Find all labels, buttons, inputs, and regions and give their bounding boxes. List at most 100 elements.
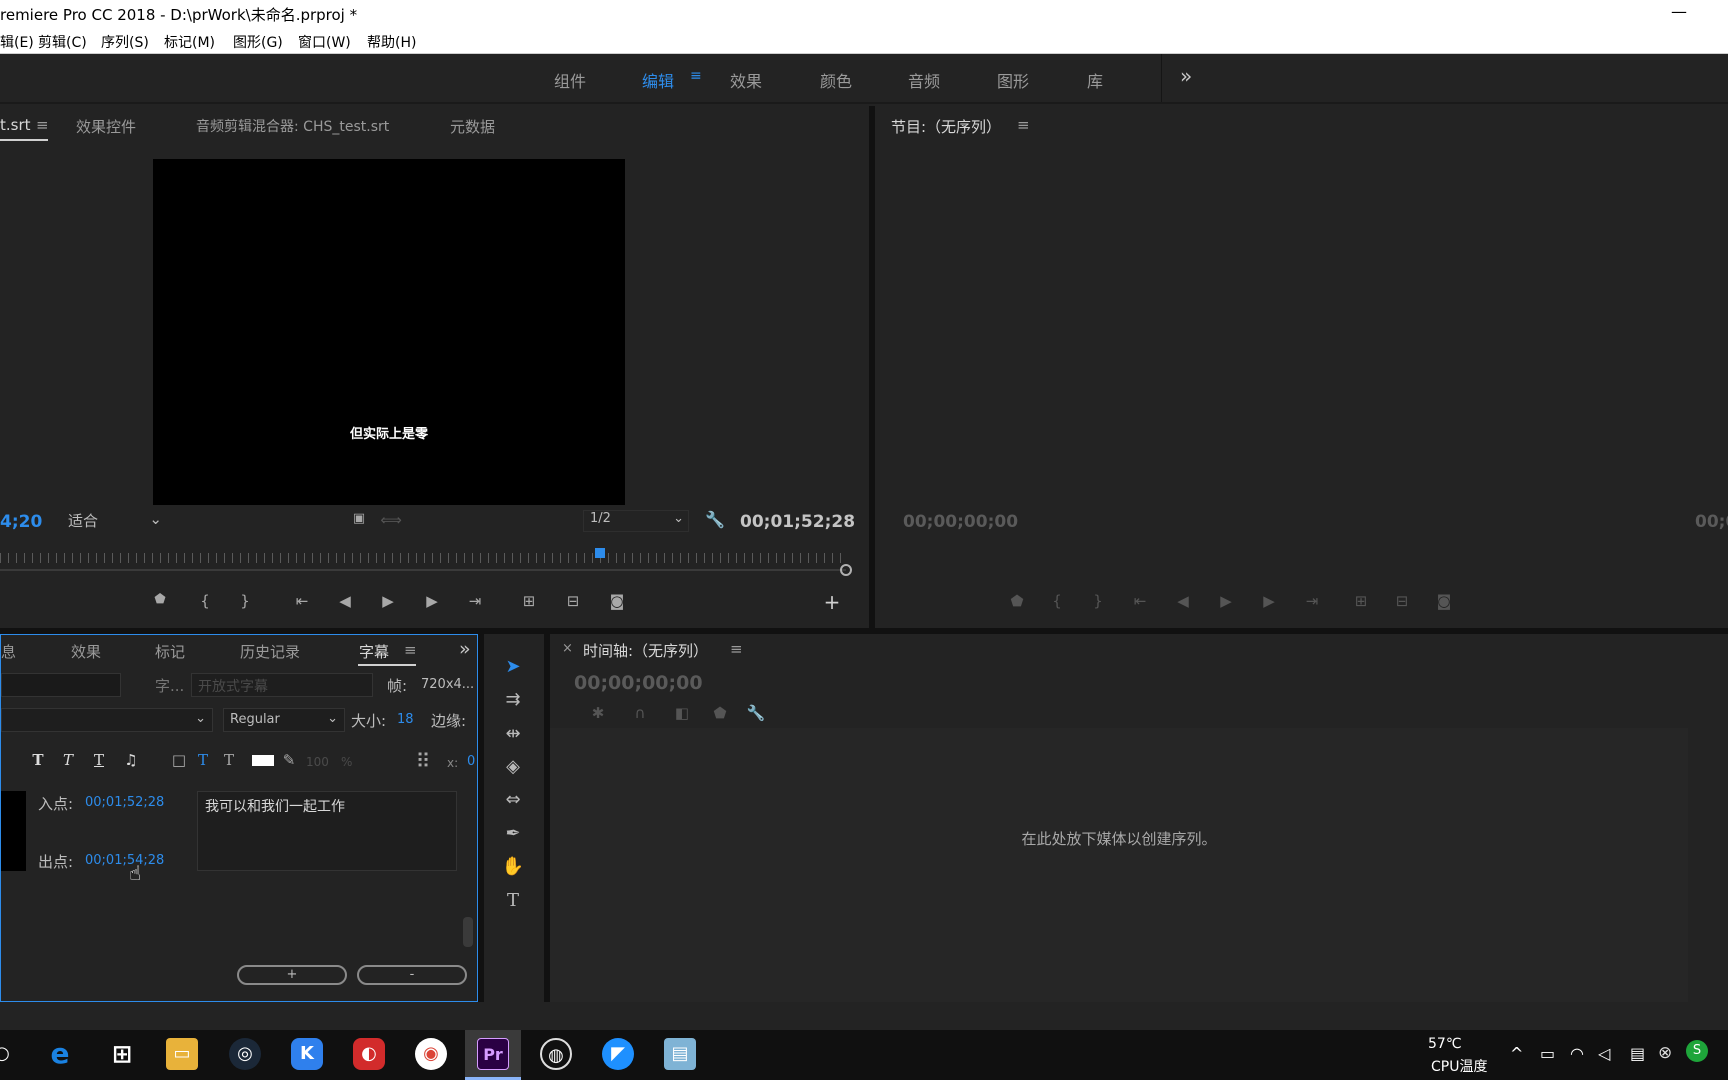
go-to-in-icon[interactable]: ⇤: [290, 592, 314, 610]
extract-icon[interactable]: ⊟: [1390, 592, 1414, 610]
linked-selection-icon[interactable]: ∩: [628, 704, 652, 722]
mark-out-icon[interactable]: }: [233, 592, 257, 610]
file-explorer-icon[interactable]: ▭: [166, 1038, 198, 1070]
opacity-value[interactable]: 100: [306, 755, 329, 769]
minimize-button[interactable]: —: [1668, 2, 1690, 24]
razor-tool-icon[interactable]: ◈: [500, 756, 526, 782]
lift-icon[interactable]: ⊞: [1349, 592, 1373, 610]
wifi-icon[interactable]: ◠: [1570, 1044, 1584, 1063]
mark-in-icon[interactable]: {: [1045, 592, 1069, 610]
mark-in-icon[interactable]: {: [193, 592, 217, 610]
out-point-value[interactable]: 00;01;54;28: [85, 853, 164, 868]
overwrite-icon[interactable]: ⊟: [561, 592, 585, 610]
color-swatch[interactable]: [252, 755, 274, 766]
caption-search-input[interactable]: [1, 673, 121, 697]
workspace-tab-audio[interactable]: 音频: [908, 68, 940, 92]
in-point-value[interactable]: 00;01;52;28: [85, 795, 164, 810]
music-note-icon[interactable]: ♫: [119, 751, 143, 769]
notification-icon[interactable]: ▤: [1630, 1044, 1645, 1063]
tab-history[interactable]: 历史记录: [240, 641, 300, 662]
step-back-icon[interactable]: ◀: [1171, 592, 1195, 610]
background-color-icon[interactable]: □: [167, 751, 191, 769]
workspace-tab-assembly[interactable]: 组件: [554, 68, 586, 92]
menu-sequence[interactable]: 序列(S): [101, 32, 149, 52]
edge-browser-icon[interactable]: e: [44, 1038, 76, 1070]
panel-menu-icon[interactable]: ≡: [404, 641, 417, 659]
program-playhead-timecode[interactable]: 00;00;00;00: [903, 512, 1018, 532]
source-playhead-timecode[interactable]: 4;20: [0, 512, 42, 532]
kugou-icon[interactable]: K: [291, 1038, 323, 1070]
tab-metadata[interactable]: 元数据: [450, 116, 495, 137]
time-ruler[interactable]: [0, 553, 846, 563]
timeline-timecode[interactable]: 00;00;00;00: [574, 672, 703, 694]
add-marker-icon[interactable]: ⬟: [148, 592, 172, 607]
tab-effects[interactable]: 效果: [71, 641, 101, 662]
workspace-tab-color[interactable]: 颜色: [820, 68, 852, 92]
position-grid-icon[interactable]: ⠿: [411, 749, 435, 773]
camera-icon[interactable]: ◙: [1432, 592, 1456, 610]
playhead-marker[interactable]: [595, 548, 605, 558]
steam-icon[interactable]: ◎: [229, 1038, 261, 1070]
timeline-drop-area[interactable]: 在此处放下媒体以创建序列。: [550, 728, 1688, 1002]
slip-tool-icon[interactable]: ⇔: [500, 789, 526, 815]
scrollbar[interactable]: [463, 917, 473, 947]
selection-tool-icon[interactable]: ➤: [500, 656, 526, 682]
drag-video-icon[interactable]: ⟺: [379, 511, 403, 529]
fit-dropdown[interactable]: 适合 ⌄: [62, 510, 166, 532]
volume-icon[interactable]: ◁: [1598, 1044, 1610, 1063]
workspace-tab-graphics[interactable]: 图形: [997, 68, 1029, 92]
tab-source-clip[interactable]: t.srt: [0, 116, 31, 134]
menu-edit[interactable]: 辑(E): [0, 32, 34, 52]
panel-menu-icon[interactable]: ≡: [1017, 116, 1030, 134]
italic-icon[interactable]: T: [56, 751, 80, 769]
x-value[interactable]: 0: [467, 754, 475, 769]
workspace-menu-icon[interactable]: ≡: [690, 68, 702, 84]
go-to-out-icon[interactable]: ⇥: [463, 592, 487, 610]
tab-info[interactable]: 息: [1, 641, 16, 662]
eyedropper-icon[interactable]: ✎: [277, 751, 301, 769]
size-value[interactable]: 18: [397, 712, 414, 727]
text-color-icon[interactable]: T: [191, 751, 215, 769]
resolution-dropdown[interactable]: 1/2 ⌄: [583, 510, 689, 532]
ripple-edit-tool-icon[interactable]: ⇹: [500, 723, 526, 749]
zoom-handle[interactable]: [840, 564, 852, 576]
wps-icon[interactable]: S: [1686, 1040, 1708, 1062]
store-icon[interactable]: ⊞: [106, 1038, 138, 1070]
chevron-up-icon[interactable]: ^: [1510, 1044, 1523, 1063]
menu-marker[interactable]: 标记(M): [164, 32, 215, 52]
insert-icon[interactable]: ⊞: [517, 592, 541, 610]
mark-out-icon[interactable]: }: [1086, 592, 1110, 610]
font-family-dropdown[interactable]: ⌄: [1, 708, 213, 732]
feiyu-icon[interactable]: ◤: [602, 1038, 634, 1070]
step-back-icon[interactable]: ◀: [333, 592, 357, 610]
add-button-icon[interactable]: +: [820, 590, 844, 614]
panel-menu-icon[interactable]: ≡: [36, 116, 49, 134]
search-icon[interactable]: ○: [0, 1038, 18, 1070]
tab-captions[interactable]: 字幕: [359, 641, 389, 662]
snap-icon[interactable]: ✱: [586, 704, 610, 722]
type-tool-icon[interactable]: T: [500, 890, 526, 916]
timeline-title[interactable]: 时间轴:（无序列）: [583, 640, 708, 661]
play-icon[interactable]: ▶: [376, 592, 400, 610]
caption-text-input[interactable]: 我可以和我们一起工作: [197, 791, 457, 871]
track-select-tool-icon[interactable]: ⇉: [500, 689, 526, 715]
marker-icon[interactable]: ⬟: [708, 704, 732, 722]
program-title[interactable]: 节目:（无序列）: [891, 116, 1001, 137]
wrench-icon[interactable]: 🔧: [703, 510, 727, 529]
premiere-pro-icon[interactable]: Pr: [477, 1038, 509, 1070]
caption-type-dropdown[interactable]: 开放式字幕: [191, 673, 373, 697]
tab-audio-clip-mixer[interactable]: 音频剪辑混合器: CHS_test.srt: [196, 116, 389, 136]
obs-icon[interactable]: ◍: [540, 1038, 572, 1070]
play-icon[interactable]: ▶: [1214, 592, 1238, 610]
edge-color-icon[interactable]: T: [217, 751, 241, 769]
go-to-out-icon[interactable]: ⇥: [1300, 592, 1324, 610]
underline-icon[interactable]: T: [87, 751, 111, 769]
tab-markers[interactable]: 标记: [155, 641, 185, 662]
workspace-tab-editing[interactable]: 编辑: [642, 68, 674, 92]
remove-caption-button[interactable]: -: [357, 965, 467, 985]
menu-window[interactable]: 窗口(W): [298, 32, 351, 52]
add-caption-button[interactable]: +: [237, 965, 347, 985]
tab-effect-controls[interactable]: 效果控件: [76, 116, 136, 137]
add-marker-icon[interactable]: ⬟: [1005, 592, 1029, 610]
workspace-more-icon[interactable]: »: [1180, 64, 1192, 88]
